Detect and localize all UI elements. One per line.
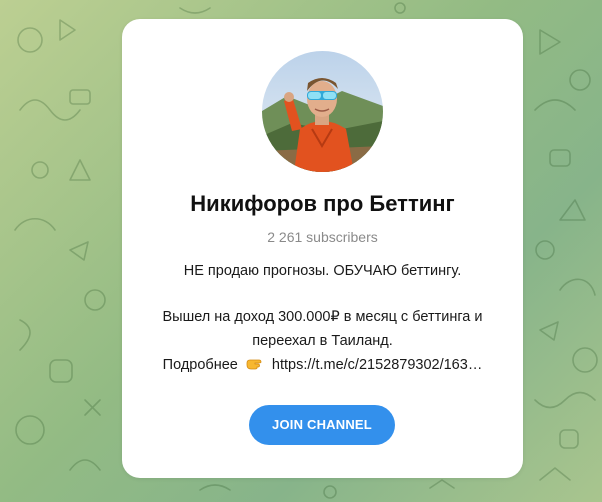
channel-description: НЕ продаю прогнозы. ОБУЧАЮ беттингу. Выш… [132,259,513,377]
subscriber-count: 2 261 subscribers [267,229,378,245]
channel-avatar[interactable] [262,51,383,172]
description-line: Вышел на доход 300.000₽ в месяц с беттин… [162,309,483,325]
more-label: Подробнее [162,357,238,373]
channel-title: Никифоров про Беттинг [190,191,455,216]
description-spacer [132,283,513,305]
description-more-line: Подробнее https://t.me/c/2152879302/163… [132,353,513,377]
channel-card: Никифоров про Беттинг 2 261 subscribers … [122,19,523,478]
channel-link[interactable]: https://t.me/c/2152879302/163… [272,357,482,373]
description-line: НЕ продаю прогнозы. ОБУЧАЮ беттингу. [183,263,462,279]
avatar-photo-icon [262,51,383,172]
pointing-hand-icon [246,359,262,370]
join-channel-button[interactable]: JOIN CHANNEL [249,405,395,445]
description-line: переехал в Таиланд. [252,333,393,349]
